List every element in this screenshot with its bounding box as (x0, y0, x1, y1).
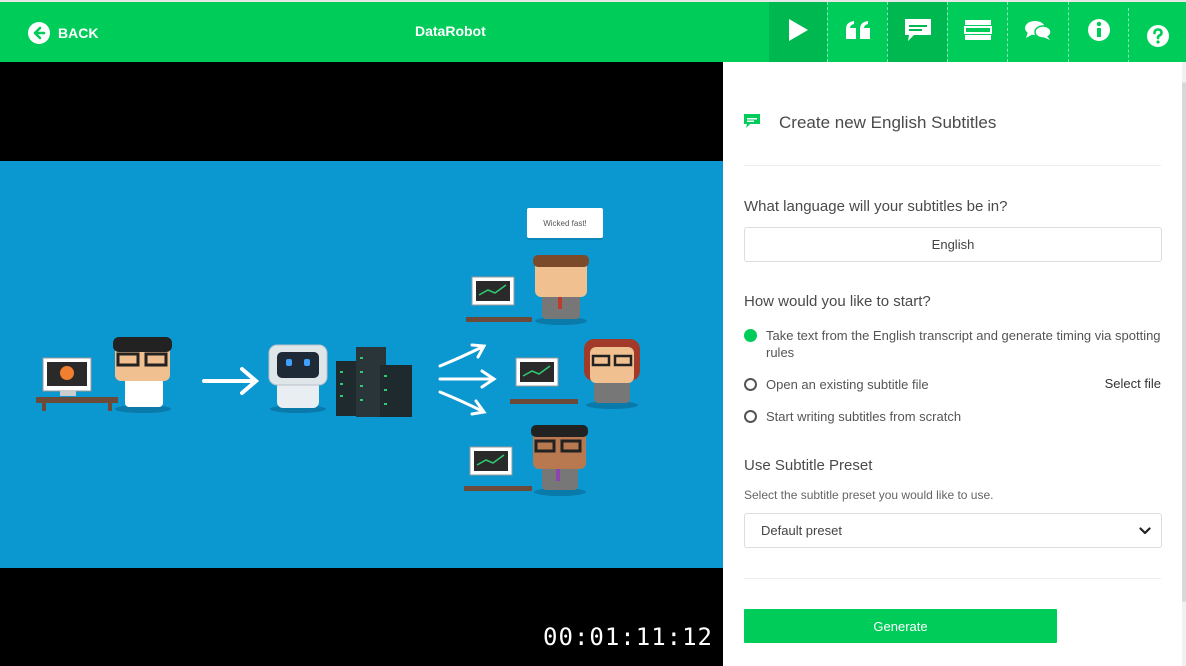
generate-button[interactable]: Generate (744, 609, 1057, 643)
panel-heading: Create new English Subtitles (744, 113, 996, 133)
tab-comments[interactable] (1007, 2, 1068, 62)
radio-selected[interactable] (744, 329, 757, 342)
radio-unselected[interactable] (744, 378, 757, 391)
comments-icon (1024, 19, 1052, 46)
select-file-link[interactable]: Select file (1105, 376, 1161, 391)
video-illustration (36, 255, 640, 496)
option-existing-file[interactable]: Open an existing subtitle file (744, 376, 1162, 393)
layout-icon (963, 19, 992, 46)
preset-select[interactable]: Default preset (744, 513, 1162, 548)
tab-play[interactable] (769, 2, 827, 62)
preset-value: Default preset (761, 523, 842, 538)
radio-unselected[interactable] (744, 410, 757, 423)
video-frame: Wicked fast! (0, 161, 723, 568)
panel-scrollbar[interactable] (1182, 62, 1186, 666)
panel-title: Create new English Subtitles (779, 113, 997, 132)
subtitle-panel: Create new English Subtitles What langua… (723, 62, 1186, 666)
subtitle-icon (744, 113, 760, 133)
speech-bubble: Wicked fast! (527, 208, 603, 238)
subtitle-icon (904, 18, 932, 47)
tab-layout[interactable] (947, 2, 1007, 62)
option-from-scratch[interactable]: Start writing subtitles from scratch (744, 408, 1162, 425)
arrow-left-icon (28, 22, 50, 44)
tab-quote[interactable] (827, 2, 887, 62)
timecode: 00:01:11:12 (543, 623, 713, 651)
chevron-down-icon (1139, 523, 1151, 538)
scrollbar-thumb[interactable] (1182, 82, 1186, 602)
divider (744, 578, 1161, 579)
video-player[interactable]: Wicked fast! 00:01:11:12 (0, 62, 723, 666)
option-label: Take text from the English transcript an… (766, 328, 1161, 360)
top-bar: BACK DataRobot (0, 0, 1186, 68)
language-field[interactable]: English (744, 227, 1162, 262)
tab-subtitles[interactable] (887, 2, 947, 62)
preset-hint: Select the subtitle preset you would lik… (744, 488, 994, 502)
tab-help[interactable] (1128, 8, 1186, 68)
option-label: Open an existing subtitle file (766, 377, 929, 392)
option-label: Start writing subtitles from scratch (766, 409, 962, 424)
back-label: BACK (58, 25, 99, 41)
start-question: How would you like to start? (744, 293, 931, 310)
help-icon (1146, 24, 1170, 53)
play-icon (787, 18, 809, 47)
quote-icon (845, 20, 871, 45)
preset-heading: Use Subtitle Preset (744, 457, 873, 474)
option-transcript[interactable]: Take text from the English transcript an… (744, 327, 1162, 361)
language-question: What language will your subtitles be in? (744, 198, 1008, 215)
app-title: DataRobot (415, 23, 486, 39)
tab-info[interactable] (1068, 2, 1128, 62)
info-icon (1087, 18, 1111, 47)
divider (744, 165, 1161, 166)
back-button[interactable]: BACK (28, 21, 98, 45)
